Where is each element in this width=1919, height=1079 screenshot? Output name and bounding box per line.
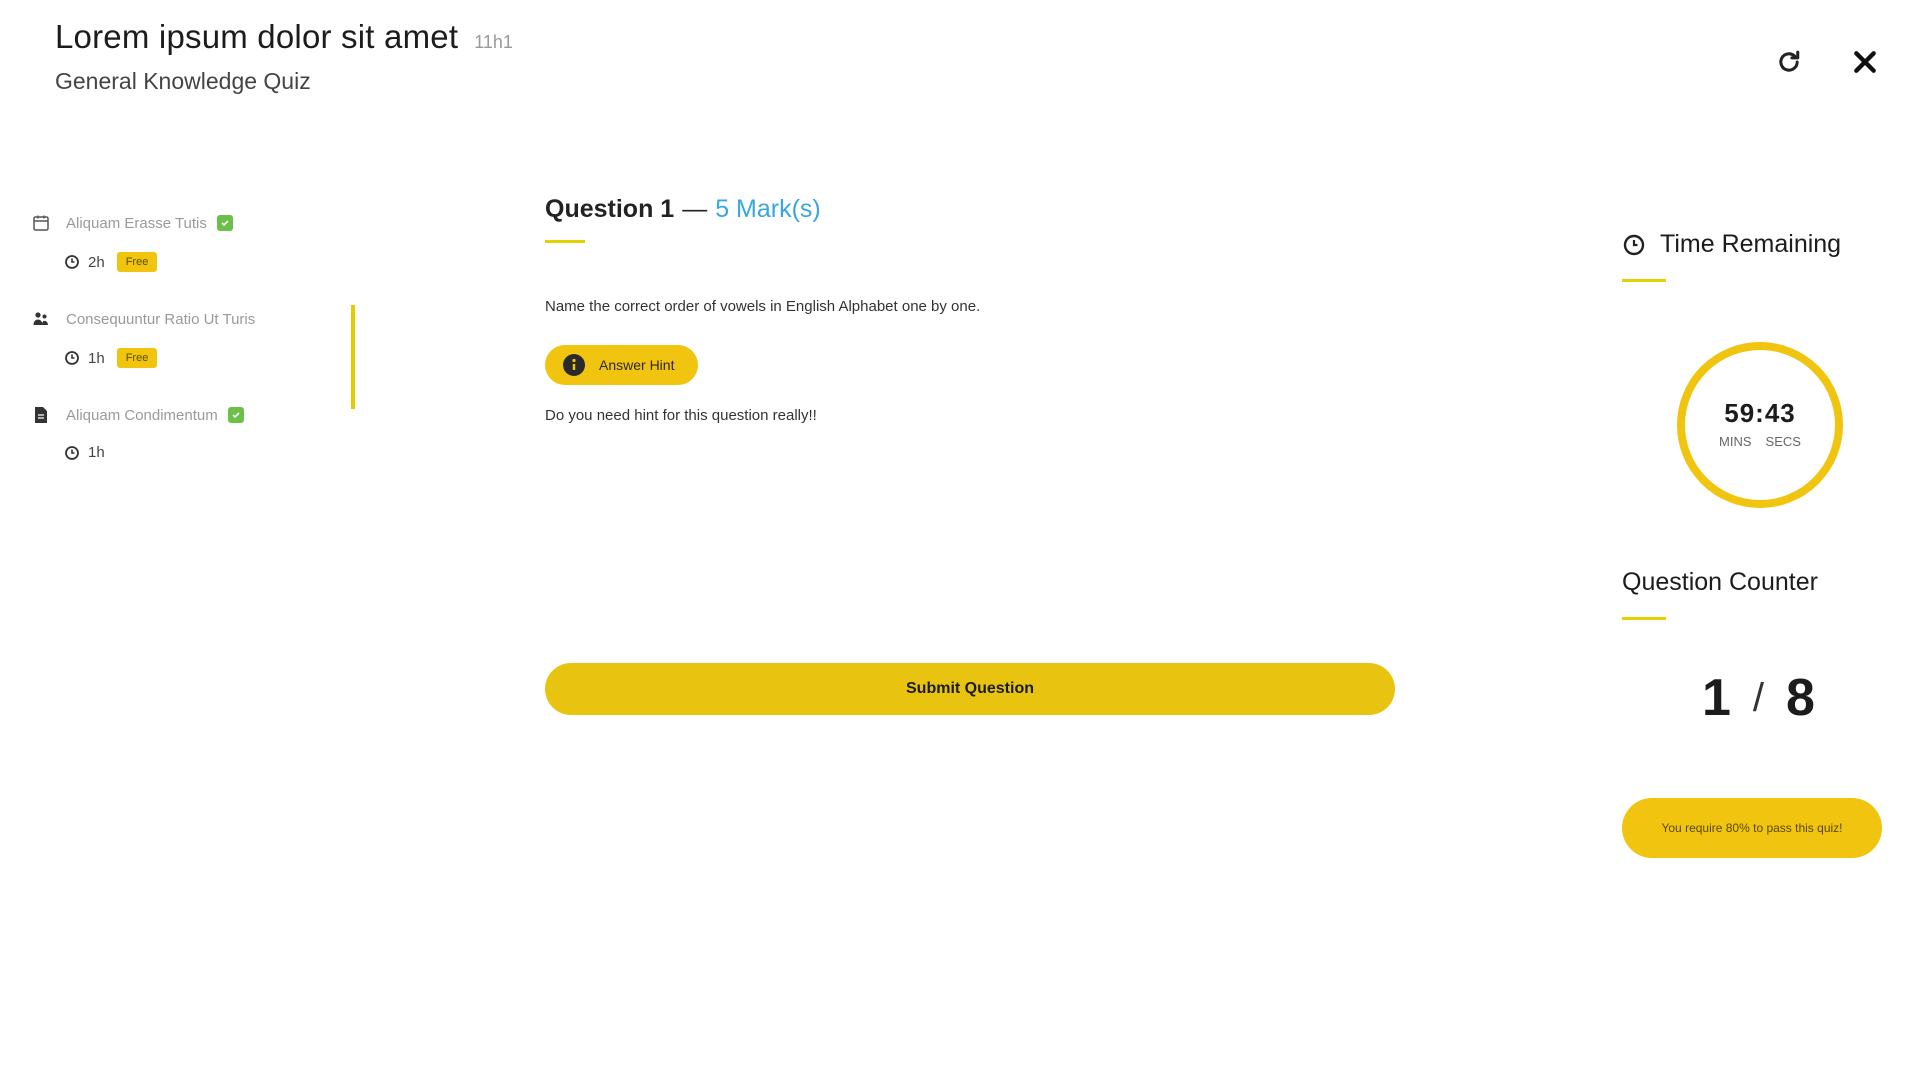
close-icon (1854, 51, 1876, 73)
question-counter-title: Question Counter (1622, 568, 1818, 596)
check-icon (216, 215, 233, 231)
refresh-button[interactable] (1773, 46, 1805, 78)
answer-hint-button[interactable]: Answer Hint (545, 345, 699, 385)
lesson-title: Aliquam Erasse Tutis (66, 214, 207, 232)
question-number: Question 1 (545, 195, 675, 223)
quiz-status-panel: Time Remaining 59:43 MINS SECS Question … (1622, 230, 1902, 858)
time-underline (1622, 279, 1666, 282)
close-button[interactable] (1849, 46, 1881, 78)
refresh-icon (1779, 50, 1800, 72)
page-title: Lorem ipsum dolor sit amet (55, 18, 459, 55)
calendar-icon (30, 212, 52, 234)
counter-total: 8 (1786, 669, 1815, 727)
lesson-duration: 2h (88, 253, 105, 271)
question-marks: 5 Mark(s) (715, 195, 821, 223)
check-icon (227, 407, 244, 423)
clock-icon (1623, 234, 1645, 255)
page-subtitle: General Knowledge Quiz (55, 68, 311, 94)
counter-separator: / (1752, 675, 1765, 720)
counter-current: 1 (1702, 669, 1731, 727)
free-badge: Free (116, 348, 158, 368)
lesson-duration: 1h (88, 349, 105, 367)
free-badge: Free (116, 252, 158, 272)
info-icon (563, 354, 585, 376)
lesson-duration: 1h (88, 444, 105, 461)
clock-icon (65, 445, 79, 460)
question-heading: Question 1—5 Mark(s) (545, 195, 1395, 224)
quiz-header: Lorem ipsum dolor sit amet 11h1 General … (55, 18, 513, 95)
question-dash: — (682, 195, 708, 223)
lesson-item-3[interactable]: Aliquam Condimentum 1h (30, 402, 360, 461)
submit-question-button[interactable]: Submit Question (545, 663, 1395, 715)
question-panel: Question 1—5 Mark(s) Name the correct or… (545, 195, 1395, 715)
counter-underline (1622, 617, 1666, 620)
clock-icon (65, 255, 79, 269)
countdown-timer: 59:43 MINS SECS (1677, 342, 1843, 508)
lesson-title: Aliquam Condimentum (66, 406, 218, 424)
clock-icon (65, 351, 79, 365)
lesson-title: Consequuntur Ratio Ut Turis (66, 310, 256, 328)
time-remaining-heading: Time Remaining (1622, 230, 1902, 259)
timer-min-label: MINS (1719, 434, 1752, 449)
lesson-item-2[interactable]: Consequuntur Ratio Ut Turis 1h Free (30, 306, 360, 368)
timer-value: 59:43 (1724, 398, 1796, 428)
answer-hint-label: Answer Hint (599, 357, 675, 373)
question-text: Name the correct order of vowels in Engl… (545, 298, 981, 315)
timer-sec-label: SECS (1765, 434, 1801, 449)
people-icon (30, 308, 52, 330)
pass-requirement-badge[interactable]: You require 80% to pass this quiz! (1622, 798, 1882, 858)
active-lesson-indicator (351, 305, 355, 409)
lesson-item-1[interactable]: Aliquam Erasse Tutis 2h Free (30, 210, 360, 272)
header-actions (1773, 46, 1881, 78)
heading-underline (545, 240, 585, 243)
question-counter: 1 / 8 (1702, 668, 1902, 728)
time-remaining-title: Time Remaining (1660, 230, 1842, 258)
document-icon (30, 404, 52, 426)
lesson-sidebar: Aliquam Erasse Tutis 2h Free Consequuntu… (30, 210, 360, 495)
timer-units: MINS SECS (1677, 434, 1843, 449)
quiz-duration: 11h1 (474, 32, 513, 52)
hint-text: Do you need hint for this question reall… (545, 407, 817, 424)
